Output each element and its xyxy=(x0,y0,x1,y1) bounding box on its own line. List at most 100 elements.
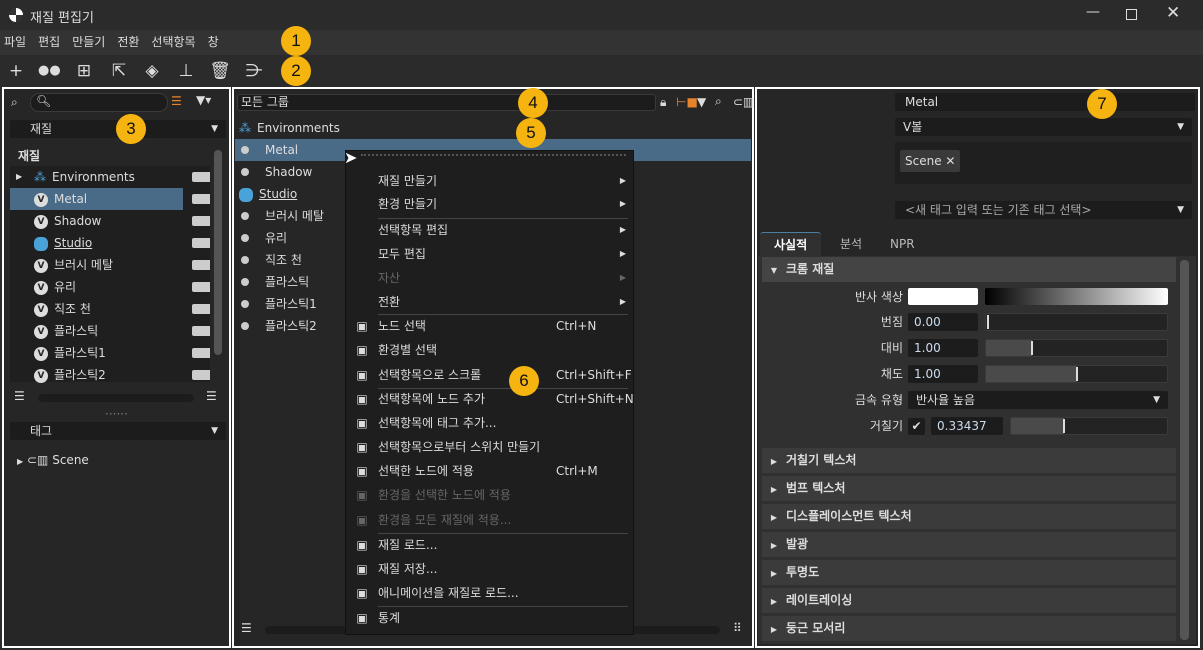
library-search-input[interactable]: 🔍︎ xyxy=(30,93,168,112)
tree-view-icon[interactable]: ☰ xyxy=(171,94,182,108)
tree-item[interactable]: V 직조 천 xyxy=(10,298,183,320)
tab[interactable]: 분석 xyxy=(826,232,876,256)
close-button[interactable]: ✕ xyxy=(1166,3,1180,23)
node-graph-icon[interactable]: ⋺ xyxy=(243,60,265,82)
context-menu-item[interactable]: ▣ 선택항목으로부터 스위치 만들기 xyxy=(346,436,634,458)
tree-item[interactable]: Studio xyxy=(10,232,183,254)
search-scope-icon[interactable]: ⌕ xyxy=(11,95,18,110)
collapsed-section[interactable]: ▶ 디스플레이스먼트 텍스처 xyxy=(762,504,1176,529)
tree-item[interactable]: V 브러시 메탈 xyxy=(10,254,183,276)
tag-marker-icon[interactable] xyxy=(192,282,210,292)
tree-item[interactable]: V 플라스틱1 xyxy=(10,342,183,364)
menu-item[interactable]: 전환 xyxy=(117,30,147,55)
tag-marker-icon[interactable] xyxy=(192,238,210,248)
contrast-slider[interactable] xyxy=(985,339,1168,357)
context-menu-item[interactable]: 환경 만들기 ▶ xyxy=(346,193,634,215)
group-field[interactable]: 모든 그룹 xyxy=(237,94,656,111)
tag-marker-icon[interactable] xyxy=(192,304,210,314)
tree-item[interactable]: V Metal xyxy=(10,188,183,210)
context-menu-item[interactable]: ▣ 선택항목으로 스크롤 Ctrl+Shift+F xyxy=(346,364,634,386)
context-menu-item[interactable]: 전환 ▶ xyxy=(346,291,634,313)
collapsed-section[interactable]: ▶ 발광 xyxy=(762,532,1176,557)
material-type-dropdown[interactable]: V볼 ▼ xyxy=(895,118,1192,136)
dual-circle-icon[interactable]: ●● xyxy=(38,60,61,82)
metal-type-dropdown[interactable]: 반사율 높음 ▼ xyxy=(908,391,1168,409)
collapsed-section[interactable]: ▶ 투명도 xyxy=(762,560,1176,585)
horizontal-scrollbar[interactable] xyxy=(38,394,194,402)
contrast-input[interactable]: 1.00 xyxy=(908,339,978,357)
select-grid-icon[interactable]: ⊞ xyxy=(73,60,95,82)
context-menu-item[interactable]: ▣ 애니메이션을 재질로 로드... xyxy=(346,582,634,604)
sort-icon[interactable]: ☰ xyxy=(206,389,217,403)
roughness-checkbox[interactable]: ✔ xyxy=(908,418,925,435)
tree-item[interactable]: ▶ ⁂ Environments xyxy=(10,166,183,188)
collapsed-section[interactable]: ▶ 거칠기 텍스처 xyxy=(762,448,1176,473)
apply-bucket-icon[interactable]: ◈ xyxy=(141,60,163,82)
tag-marker-icon[interactable] xyxy=(192,216,210,226)
context-menu-item[interactable]: ▣ 재질 저장... xyxy=(346,558,634,580)
context-menu-item[interactable]: 자산 ▶ xyxy=(346,267,634,289)
tree-item[interactable]: V 유리 xyxy=(10,276,183,298)
material-list-item[interactable]: ⁂ Environments xyxy=(235,117,751,139)
brush-icon[interactable]: ⊥ xyxy=(175,60,197,82)
tree-item[interactable]: V Shadow xyxy=(10,210,183,232)
lock-icon[interactable]: 🔒︎ xyxy=(660,95,666,110)
context-menu-item[interactable]: ▣ 선택한 노드에 적용 Ctrl+M xyxy=(346,460,634,482)
tag-marker-icon[interactable] xyxy=(192,260,210,270)
tag-item-scene[interactable]: ▶ ⊂▥ Scene xyxy=(17,449,89,471)
filter-icon[interactable]: ▼▾ xyxy=(196,93,211,107)
tree-item[interactable]: V 플라스틱2 xyxy=(10,364,183,386)
minimize-button[interactable]: — xyxy=(1086,4,1100,20)
remove-tag-icon[interactable]: ✕ xyxy=(945,154,955,168)
menu-item[interactable]: 편집 xyxy=(38,30,68,55)
blur-slider[interactable] xyxy=(985,313,1168,331)
context-menu-item[interactable]: ▣ 환경을 선택한 노드에 적용 xyxy=(346,484,634,506)
list-view-icon[interactable]: ☰ xyxy=(241,621,252,635)
saturation-input[interactable]: 1.00 xyxy=(908,365,978,383)
context-menu-item[interactable]: 선택항목 편집 ▶ xyxy=(346,219,634,241)
tag-marker-icon[interactable] xyxy=(192,370,210,380)
section-chrome-material[interactable]: ▼ 크롬 재질 xyxy=(762,257,1176,282)
select-node-icon[interactable]: ⇱ xyxy=(108,60,130,82)
context-menu-item[interactable]: ▣ 환경별 선택 xyxy=(346,339,634,361)
tag-icon[interactable]: ⊂▥ xyxy=(733,95,754,109)
context-menu-item[interactable]: 모두 편집 ▶ xyxy=(346,243,634,265)
tag-chip-scene[interactable]: Scene ✕ xyxy=(900,150,961,172)
tag-marker-icon[interactable] xyxy=(192,194,210,204)
tab[interactable]: 사실적 xyxy=(760,232,822,256)
tag-input[interactable]: <새 태그 입력 또는 기존 태그 선택> ▼ xyxy=(895,201,1192,219)
tags-dropdown[interactable]: 태그 ▼ xyxy=(10,422,226,440)
saturation-slider[interactable] xyxy=(985,365,1168,383)
menu-tearoff[interactable] xyxy=(361,154,626,156)
add-icon[interactable]: + xyxy=(5,60,27,82)
filter-icon[interactable]: ▼ xyxy=(697,95,706,109)
roughness-slider[interactable] xyxy=(1010,417,1168,435)
material-name-field[interactable]: Metal xyxy=(895,93,1195,111)
tab[interactable]: NPR xyxy=(876,232,929,256)
tree-item[interactable]: V 플라스틱 xyxy=(10,320,183,342)
context-menu-item[interactable]: ▣ 선택항목에 노드 추가 Ctrl+Shift+N xyxy=(346,388,634,410)
reflect-color-swatch[interactable] xyxy=(908,288,978,305)
reflect-color-gradient-slider[interactable] xyxy=(985,288,1168,305)
context-menu-item[interactable]: ▣ 환경을 모든 재질에 적용... xyxy=(346,509,634,531)
collapsed-section[interactable]: ▶ 둥근 모서리 xyxy=(762,616,1176,641)
menu-item[interactable]: 만들기 xyxy=(72,30,113,55)
tag-marker-icon[interactable] xyxy=(192,326,210,336)
menu-item[interactable]: 파일 xyxy=(4,30,34,55)
collapsed-section[interactable]: ▶ 범프 텍스처 xyxy=(762,476,1176,501)
context-menu-item[interactable]: ▣ 재질 로드... xyxy=(346,534,634,556)
context-menu-item[interactable]: ▣ 통계 xyxy=(346,607,634,629)
tag-marker-icon[interactable] xyxy=(192,172,210,182)
splitter-handle[interactable]: ······ xyxy=(105,407,128,421)
context-menu-item[interactable]: ▣ 노드 선택 Ctrl+N xyxy=(346,315,634,337)
menu-item[interactable]: 창 xyxy=(208,30,227,55)
roughness-input[interactable]: 0.33437 xyxy=(931,417,1003,435)
node-link-icon[interactable]: ⊢■ xyxy=(676,95,698,109)
tag-marker-icon[interactable] xyxy=(192,348,210,358)
properties-scrollbar[interactable] xyxy=(1180,260,1189,640)
search-icon[interactable]: ⌕ xyxy=(715,94,722,109)
context-menu-item[interactable]: ▣ 선택항목에 태그 추가... xyxy=(346,412,634,434)
blur-input[interactable]: 0.00 xyxy=(908,313,978,331)
grid-view-icon[interactable]: ⠿ xyxy=(733,621,742,635)
context-menu-item[interactable]: 재질 만들기 ▶ xyxy=(346,170,634,192)
